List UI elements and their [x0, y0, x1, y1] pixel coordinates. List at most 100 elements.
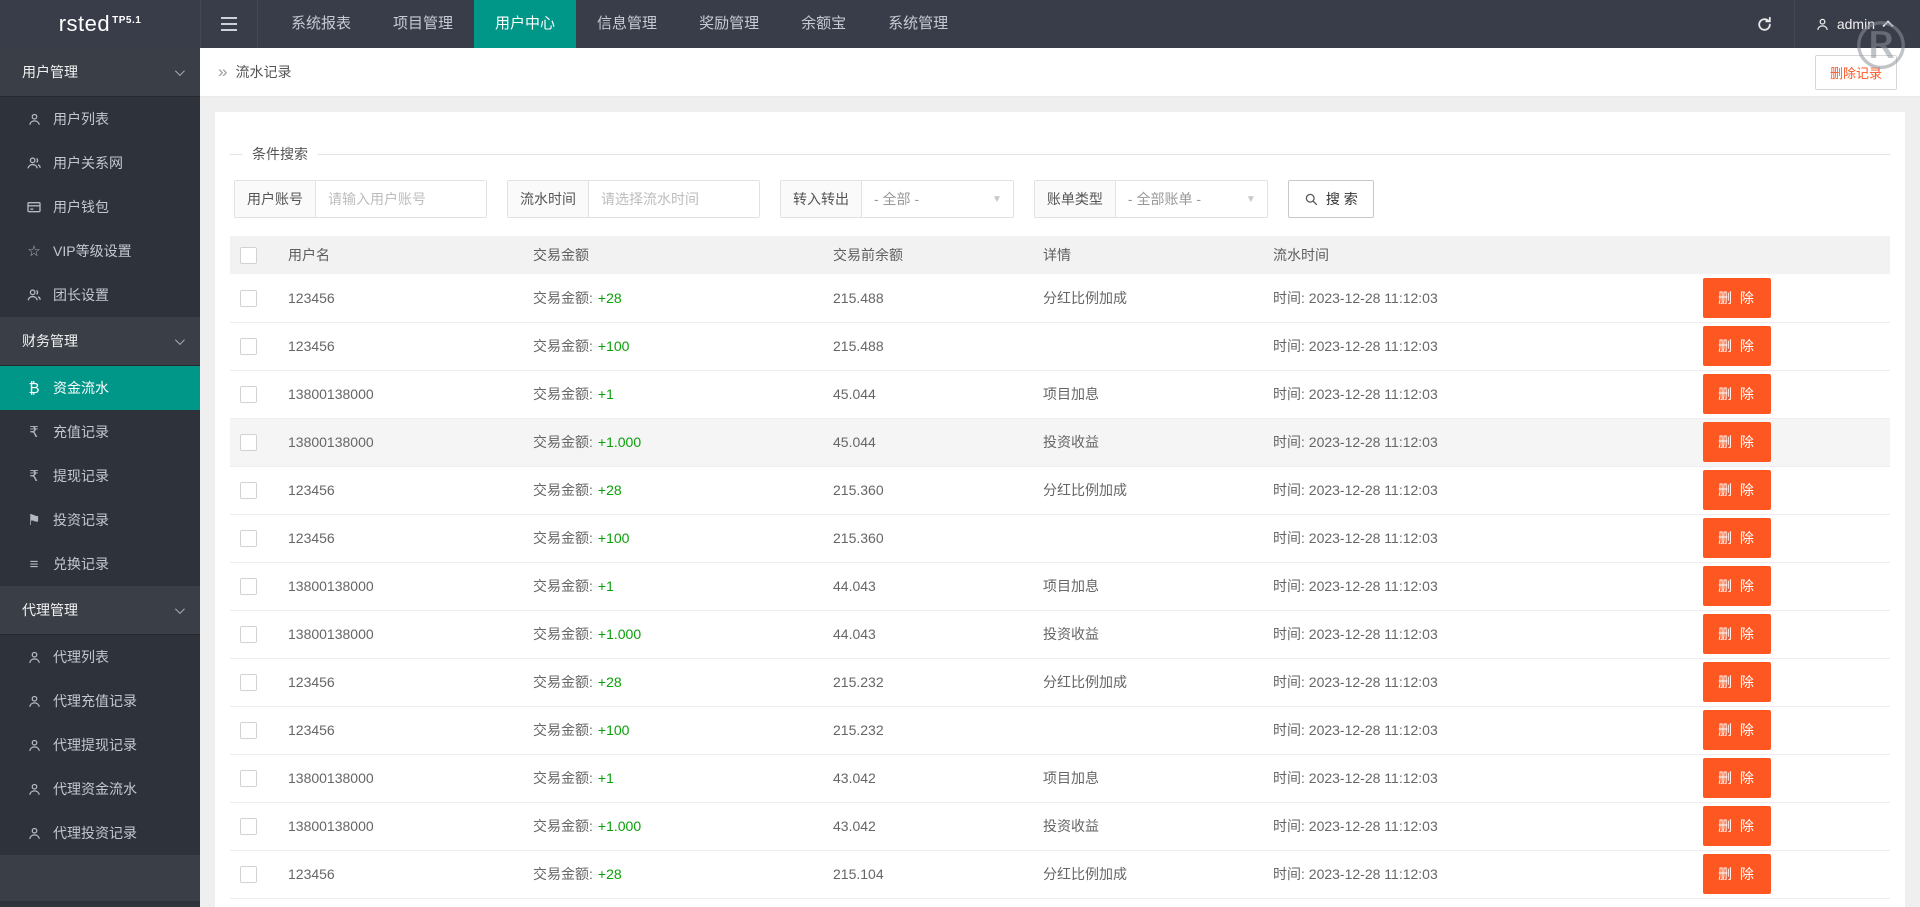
select-value[interactable]: - 全部 - — [862, 181, 992, 217]
sidebar-item[interactable]: 代理投资记录 — [0, 811, 200, 855]
row-checkbox[interactable] — [240, 721, 257, 739]
column-header: 流水时间 — [1263, 236, 1693, 274]
sidebar-item[interactable]: ⚑ 投资记录 — [0, 498, 200, 542]
sidebar-section-header[interactable]: 用户管理 — [0, 48, 200, 97]
search-button[interactable]: 搜 索 — [1287, 180, 1374, 218]
select-value[interactable]: - 全部账单 - — [1116, 181, 1246, 217]
delete-row-button[interactable]: 删 除 — [1703, 710, 1771, 750]
actions-cell: 删 除 — [1693, 418, 1890, 467]
sidebar-item[interactable]: 用户关系网 — [0, 141, 200, 185]
delete-row-button[interactable]: 删 除 — [1703, 614, 1771, 654]
menu-toggle-icon[interactable] — [200, 0, 258, 48]
amount-prefix: 交易金额: — [533, 338, 593, 354]
row-checkbox[interactable] — [240, 337, 257, 355]
delete-row-button[interactable]: 删 除 — [1703, 326, 1771, 366]
nav-item[interactable]: 奖励管理 — [678, 0, 780, 48]
row-checkbox[interactable] — [240, 385, 257, 403]
username-cell: 123456 — [278, 658, 523, 707]
checkbox-cell — [230, 610, 278, 659]
search-field-label: 账单类型 — [1034, 181, 1116, 217]
wallet-icon — [25, 199, 43, 215]
delete-row-button[interactable]: 删 除 — [1703, 422, 1771, 462]
actions-cell: 删 除 — [1693, 322, 1890, 371]
sidebar-item[interactable]: 代理提现记录 — [0, 723, 200, 767]
nav-item[interactable]: 余额宝 — [780, 0, 867, 48]
checkbox-cell — [230, 658, 278, 707]
delete-row-button[interactable]: 删 除 — [1703, 662, 1771, 702]
sidebar-item[interactable]: 用户列表 — [0, 97, 200, 141]
column-header: 交易金额 — [523, 236, 823, 274]
search-field-label: 转入转出 — [781, 181, 862, 217]
sidebar-item-label: 用户钱包 — [53, 199, 109, 215]
row-checkbox[interactable] — [240, 625, 257, 643]
user-icon — [25, 112, 43, 127]
app-logo: rsted TP5.1 — [0, 11, 200, 37]
refresh-icon[interactable] — [1736, 0, 1794, 48]
row-checkbox[interactable] — [240, 433, 257, 451]
row-checkbox[interactable] — [240, 865, 257, 883]
username-cell: 123456 — [278, 466, 523, 515]
sidebar-item[interactable]: 代理列表 — [0, 635, 200, 679]
amount-cell: 交易金额: +28 — [523, 466, 823, 515]
row-checkbox[interactable] — [240, 817, 257, 835]
row-checkbox[interactable] — [240, 577, 257, 595]
delete-row-button[interactable]: 删 除 — [1703, 374, 1771, 414]
delete-row-button[interactable]: 删 除 — [1703, 518, 1771, 558]
amount-prefix: 交易金额: — [533, 770, 593, 786]
detail-cell: 分红比例加成 — [1033, 274, 1263, 323]
column-header: 用户名 — [278, 236, 523, 274]
delete-row-button[interactable]: 删 除 — [1703, 470, 1771, 510]
sidebar-section-header[interactable]: 财务管理 — [0, 317, 200, 366]
select-all-checkbox[interactable] — [240, 246, 257, 264]
row-checkbox[interactable] — [240, 481, 257, 499]
column-header: 详情 — [1033, 236, 1263, 274]
row-checkbox[interactable] — [240, 289, 257, 307]
search-input[interactable] — [316, 181, 486, 217]
delete-row-button[interactable]: 删 除 — [1703, 277, 1771, 318]
page-title: 流水记录 — [235, 64, 292, 80]
search-input[interactable] — [589, 181, 759, 217]
delete-records-button[interactable]: 删除记录 — [1814, 54, 1897, 90]
row-checkbox[interactable] — [240, 673, 257, 691]
nav-item[interactable]: 信息管理 — [576, 0, 678, 48]
row-checkbox[interactable] — [240, 529, 257, 547]
sidebar-item[interactable]: 用户钱包 — [0, 185, 200, 229]
table-row: 123456 交易金额: +28 215.360 分红比例加成 时间: 2023-12-2… — [230, 466, 1890, 515]
sidebar-item[interactable]: ≡ 兑换记录 — [0, 542, 200, 586]
nav-item[interactable]: 项目管理 — [372, 0, 474, 48]
sidebar-item[interactable]: 团长设置 — [0, 273, 200, 317]
delete-row-button[interactable]: 删 除 — [1703, 806, 1771, 846]
sidebar-item[interactable]: ☆ VIP等级设置 — [0, 229, 200, 273]
username-cell: 13800138000 — [278, 754, 523, 803]
sidebar-section-header[interactable]: 代理管理 — [0, 586, 200, 635]
checkbox-cell — [230, 754, 278, 803]
sidebar-section-title: 用户管理 — [22, 64, 78, 80]
user-menu[interactable]: admin — [1795, 0, 1920, 48]
row-checkbox[interactable] — [240, 769, 257, 787]
nav-item[interactable]: 用户中心 — [474, 0, 577, 48]
amount-prefix: 交易金额: — [533, 722, 593, 738]
time-cell: 时间: 2023-12-28 11:12:03 — [1263, 274, 1693, 323]
detail-cell: 分红比例加成 — [1033, 850, 1263, 899]
checkbox-cell — [230, 802, 278, 851]
amount-cell: 交易金额: +1 — [523, 754, 823, 803]
amount-prefix: 交易金额: — [533, 289, 593, 306]
nav-item[interactable]: 系统管理 — [867, 0, 969, 48]
sidebar-item-label: 提现记录 — [53, 468, 109, 484]
delete-row-button[interactable]: 删 除 — [1703, 854, 1771, 894]
delete-row-button[interactable]: 删 除 — [1703, 758, 1771, 798]
sidebar-item[interactable]: ₿ 资金流水 — [0, 366, 200, 410]
username-cell: 123456 — [278, 274, 523, 323]
content: 条件搜索 用户账号流水时间转入转出- 全部 -▼账单类型- 全部账单 -▼搜 索… — [200, 97, 1920, 907]
delete-row-button[interactable]: 删 除 — [1703, 566, 1771, 606]
sidebar-item[interactable]: 代理资金流水 — [0, 767, 200, 811]
sidebar-item[interactable]: ₹ 充值记录 — [0, 410, 200, 454]
user-icon — [25, 826, 43, 841]
amount-cell: 交易金额: +1 — [523, 562, 823, 611]
nav-item[interactable]: 系统报表 — [270, 0, 372, 48]
amount-prefix: 交易金额: — [533, 578, 593, 594]
amount-value: +100 — [597, 530, 630, 546]
checkbox-cell — [230, 562, 278, 611]
sidebar-item[interactable]: 代理充值记录 — [0, 679, 200, 723]
sidebar-item[interactable]: ₹ 提现记录 — [0, 454, 200, 498]
